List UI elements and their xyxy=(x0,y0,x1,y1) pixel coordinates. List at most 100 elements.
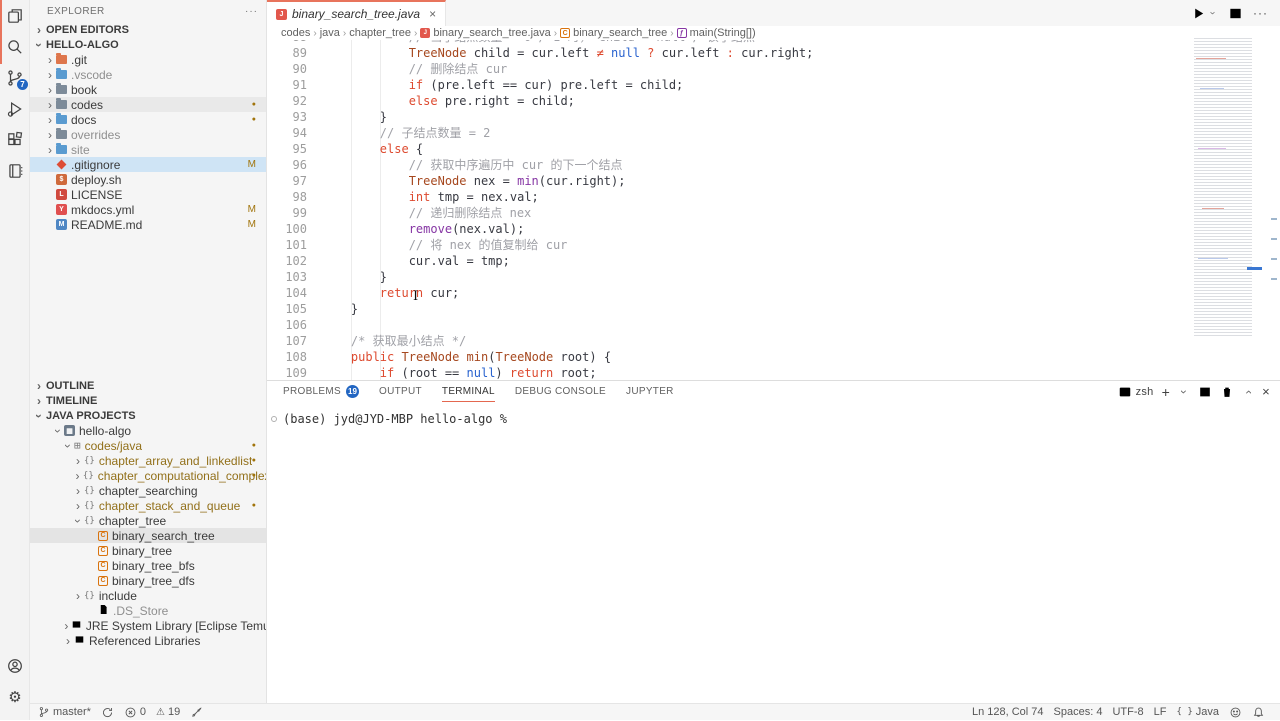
tree-item-license[interactable]: LLICENSE xyxy=(30,187,266,202)
tree-item-hello-algo[interactable]: ›▦hello-algo xyxy=(30,423,266,438)
tree-item-jre-system-library-eclipse-temurin-17-17-[interactable]: ›JRE System Library [Eclipse Temurin 17 … xyxy=(30,618,266,633)
panel-tab-output[interactable]: OUTPUT xyxy=(379,381,422,402)
chevron-up-button[interactable]: › xyxy=(1242,387,1254,397)
warning-icon: ⚠ xyxy=(156,707,165,718)
split-panel-button[interactable] xyxy=(1198,385,1212,399)
code-text: // 子结点数量 = 2 xyxy=(307,125,490,141)
status-branch-icon[interactable]: master* xyxy=(33,704,96,721)
breadcrumb-item-binary-search-tree-java[interactable]: Jbinary_search_tree.java xyxy=(420,27,550,39)
tree-item-chapter-tree[interactable]: ›{}chapter_tree xyxy=(30,513,266,528)
breadcrumb-item-binary-search-tree[interactable]: Cbinary_search_tree xyxy=(560,27,667,39)
minimap[interactable] xyxy=(1190,28,1268,380)
tree-item-codes[interactable]: ›codes● xyxy=(30,97,266,112)
breadcrumb-item-codes[interactable]: codes xyxy=(281,27,310,39)
line-number: 99 xyxy=(267,205,307,221)
section-open-editors[interactable]: › OPEN EDITORS xyxy=(30,22,266,37)
more-actions-button[interactable]: ··· xyxy=(1253,6,1268,20)
run-button[interactable]: › xyxy=(1191,6,1218,21)
plus-button[interactable]: + xyxy=(1162,384,1170,400)
tree-item-binary-tree-dfs[interactable]: Cbinary_tree_dfs xyxy=(30,573,266,588)
status-ln-128-col-74[interactable]: Ln 128, Col 74 xyxy=(967,704,1049,721)
tree-item-label: .git xyxy=(71,53,87,67)
split-editor-button[interactable] xyxy=(1228,6,1243,21)
tree-item-book[interactable]: ›book xyxy=(30,82,266,97)
line-number: 101 xyxy=(267,237,307,253)
status-warning-icon[interactable]: ⚠19 xyxy=(151,704,185,721)
tree-item-binary-search-tree[interactable]: Cbinary_search_tree xyxy=(30,528,266,543)
activity-bar-item-settings-gear[interactable]: ⚙ xyxy=(0,681,30,712)
section-java-projects[interactable]: › JAVA PROJECTS xyxy=(30,408,266,423)
close-button[interactable]: × xyxy=(1262,384,1270,399)
tree-item--gitignore[interactable]: .gitignoreM xyxy=(30,157,266,172)
tree-item-binary-tree[interactable]: Cbinary_tree xyxy=(30,543,266,558)
activity-bar-item-notebook[interactable] xyxy=(0,155,30,186)
tree-item-label: binary_tree_dfs xyxy=(112,574,195,588)
panel-tab-jupyter[interactable]: JUPYTER xyxy=(626,381,674,402)
chevron-down-icon: › xyxy=(34,38,44,52)
activity-bar-item-source-control[interactable]: 7 xyxy=(0,62,30,93)
trash-button[interactable] xyxy=(1220,385,1234,399)
status-spaces-4[interactable]: Spaces: 4 xyxy=(1049,704,1108,721)
tree-item-binary-tree-bfs[interactable]: Cbinary_tree_bfs xyxy=(30,558,266,573)
code-text: } xyxy=(307,109,387,125)
code-editor[interactable]: 88 // 当子结点数量 = 0 / 1 时， child = null / 该… xyxy=(267,40,1190,380)
status-braces-icon[interactable]: { }Java xyxy=(1171,704,1224,721)
terminal-picker-button[interactable] xyxy=(1118,385,1132,399)
section-hello-algo[interactable]: › HELLO-ALGO xyxy=(30,37,266,52)
tree-item-readme-md[interactable]: MREADME.mdM xyxy=(30,217,266,232)
tree-item-site[interactable]: ›site xyxy=(30,142,266,157)
breadcrumb-item-chapter-tree[interactable]: chapter_tree xyxy=(349,27,411,39)
status-feedback-icon[interactable] xyxy=(1224,704,1247,721)
panel-tab-terminal[interactable]: TERMINAL xyxy=(442,381,495,402)
tree-item-mkdocs-yml[interactable]: Ymkdocs.ymlM xyxy=(30,202,266,217)
tree-item-label: overrides xyxy=(71,128,120,142)
section-outline[interactable]: › OUTLINE xyxy=(30,378,266,393)
tree-item--git[interactable]: ›.git xyxy=(30,52,266,67)
status-sync-icon[interactable] xyxy=(96,704,119,721)
status-utf-8[interactable]: UTF-8 xyxy=(1107,704,1148,721)
line-number: 105 xyxy=(267,301,307,317)
tree-item-deploy-sh[interactable]: $deploy.sh xyxy=(30,172,266,187)
activity-bar-item-extensions[interactable] xyxy=(0,124,30,155)
activity-bar-item-search[interactable] xyxy=(0,31,30,62)
tree-item-chapter-stack-and-queue[interactable]: ›{}chapter_stack_and_queue● xyxy=(30,498,266,513)
activity-bar-item-files[interactable] xyxy=(0,0,30,31)
explorer-more-actions[interactable]: ··· xyxy=(245,6,258,17)
tab-title: binary_search_tree.java xyxy=(292,7,420,21)
activity-bar-item-account[interactable] xyxy=(0,650,30,681)
tree-item-overrides[interactable]: ›overrides xyxy=(30,127,266,142)
breadcrumb-item-main-string-[interactable]: ƒmain(String[]) xyxy=(677,27,756,39)
tree-item-include[interactable]: ›{}include xyxy=(30,588,266,603)
folder-icon xyxy=(56,85,67,94)
panel-tab-problems[interactable]: PROBLEMS19 xyxy=(283,381,359,402)
breadcrumb-item-java[interactable]: java xyxy=(320,27,340,39)
chevron-right-icon: › xyxy=(72,471,83,481)
tree-item-docs[interactable]: ›docs● xyxy=(30,112,266,127)
section-timeline[interactable]: › TIMELINE xyxy=(30,393,266,408)
status-rocket-icon[interactable] xyxy=(185,704,208,721)
tree-item-codes-java[interactable]: ›⊞codes/java● xyxy=(30,438,266,453)
tree-item--ds-store[interactable]: .DS_Store xyxy=(30,603,266,618)
tab-binary-search-tree[interactable]: J binary_search_tree.java × xyxy=(267,0,446,26)
line-number: 109 xyxy=(267,365,307,380)
line-number: 106 xyxy=(267,317,307,333)
status-lf[interactable]: LF xyxy=(1149,704,1172,721)
overview-ruler[interactable] xyxy=(1268,28,1280,380)
chevron-down-button[interactable]: › xyxy=(1178,387,1190,397)
activity-bar-item-run-debug[interactable] xyxy=(0,93,30,124)
code-text: } xyxy=(307,301,358,317)
tree-item--vscode[interactable]: ›.vscode xyxy=(30,67,266,82)
tree-item-chapter-computational-complexity[interactable]: ›{}chapter_computational_complexity● xyxy=(30,468,266,483)
line-number: 91 xyxy=(267,77,307,93)
close-icon[interactable]: × xyxy=(429,7,436,21)
namespace-icon: {} xyxy=(84,486,95,496)
terminal[interactable]: (base) jyd@JYD-MBP hello-algo % xyxy=(267,402,1280,426)
search-icon xyxy=(6,38,24,56)
folder-icon xyxy=(56,100,67,109)
tree-item-referenced-libraries[interactable]: ›Referenced Libraries xyxy=(30,633,266,648)
status-bell-icon[interactable] xyxy=(1247,704,1270,721)
panel-tab-debug-console[interactable]: DEBUG CONSOLE xyxy=(515,381,606,402)
tree-item-chapter-searching[interactable]: ›{}chapter_searching xyxy=(30,483,266,498)
tree-item-chapter-array-and-linkedlist[interactable]: ›{}chapter_array_and_linkedlist● xyxy=(30,453,266,468)
status-error-icon[interactable]: 0 xyxy=(119,704,151,721)
